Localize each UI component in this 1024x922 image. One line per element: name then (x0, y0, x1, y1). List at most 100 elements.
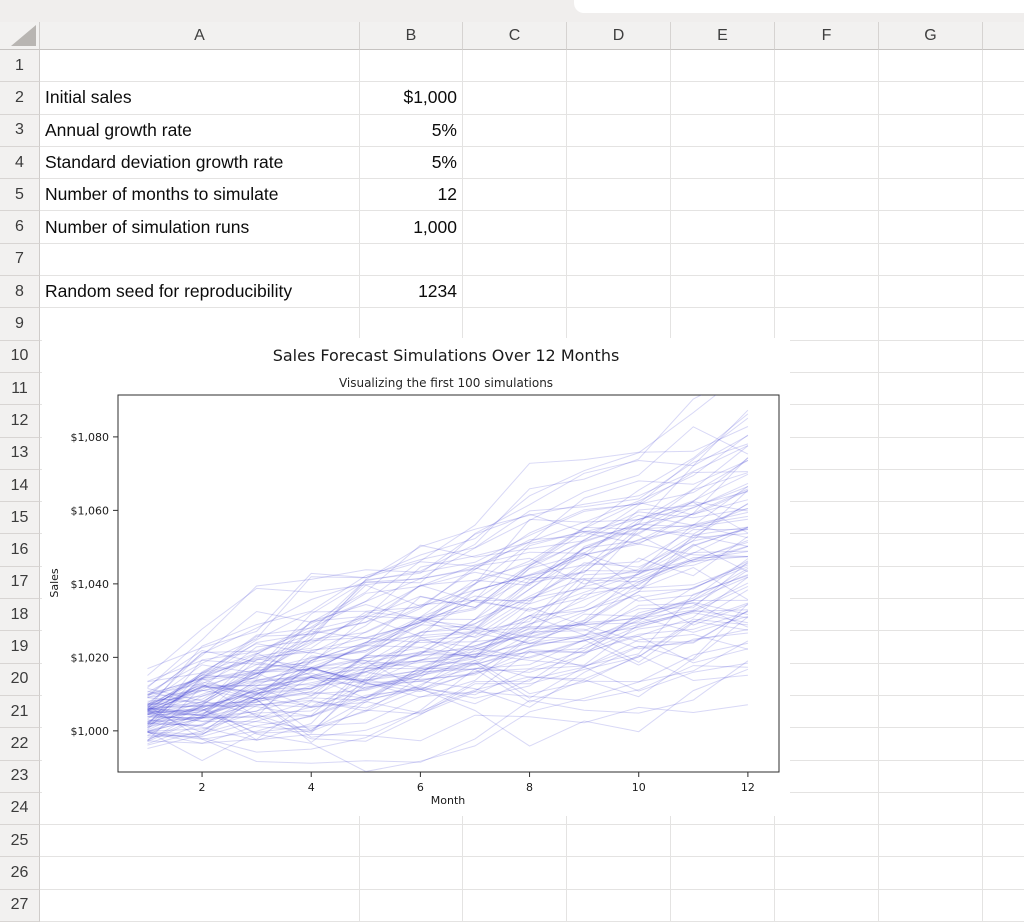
cell-H4[interactable] (983, 147, 1024, 179)
cell-G9[interactable] (879, 308, 983, 340)
cell-E5[interactable] (671, 179, 775, 211)
row-header-1[interactable]: 1 (0, 50, 40, 82)
cell-H17[interactable] (983, 567, 1024, 599)
cell-H22[interactable] (983, 728, 1024, 760)
cell-F3[interactable] (775, 115, 879, 147)
row-header-6[interactable]: 6 (0, 211, 40, 243)
cell-A3[interactable]: Annual growth rate (40, 115, 360, 147)
cell-F12[interactable] (775, 405, 879, 437)
cell-F8[interactable] (775, 276, 879, 308)
cell-H12[interactable] (983, 405, 1024, 437)
row-header-17[interactable]: 17 (0, 567, 40, 599)
row-header-14[interactable]: 14 (0, 470, 40, 502)
cell-H10[interactable] (983, 341, 1024, 373)
cell-B27[interactable] (360, 890, 463, 922)
row-header-19[interactable]: 19 (0, 631, 40, 663)
cell-B5[interactable]: 12 (360, 179, 463, 211)
column-header-partial[interactable] (983, 22, 1024, 50)
column-header-C[interactable]: C (463, 22, 567, 50)
cell-C7[interactable] (463, 244, 567, 276)
cell-C25[interactable] (463, 825, 567, 857)
cell-D6[interactable] (567, 211, 671, 243)
cell-F1[interactable] (775, 50, 879, 82)
cell-H21[interactable] (983, 696, 1024, 728)
cell-E1[interactable] (671, 50, 775, 82)
select-all-corner[interactable] (0, 22, 40, 50)
row-header-2[interactable]: 2 (0, 82, 40, 114)
cell-B26[interactable] (360, 857, 463, 889)
cell-A8[interactable]: Random seed for reproducibility (40, 276, 360, 308)
cell-B1[interactable] (360, 50, 463, 82)
cell-A26[interactable] (40, 857, 360, 889)
cell-H20[interactable] (983, 664, 1024, 696)
cell-H2[interactable] (983, 82, 1024, 114)
cell-A9[interactable] (40, 308, 360, 340)
cell-A1[interactable] (40, 50, 360, 82)
cell-H26[interactable] (983, 857, 1024, 889)
cell-G10[interactable] (879, 341, 983, 373)
cell-H9[interactable] (983, 308, 1024, 340)
row-header-11[interactable]: 11 (0, 373, 40, 405)
cell-A5[interactable]: Number of months to simulate (40, 179, 360, 211)
cell-B8[interactable]: 1234 (360, 276, 463, 308)
cell-F23[interactable] (775, 761, 879, 793)
cell-D1[interactable] (567, 50, 671, 82)
cell-F5[interactable] (775, 179, 879, 211)
cell-G25[interactable] (879, 825, 983, 857)
row-header-27[interactable]: 27 (0, 890, 40, 922)
cell-D27[interactable] (567, 890, 671, 922)
cell-C2[interactable] (463, 82, 567, 114)
cell-B6[interactable]: 1,000 (360, 211, 463, 243)
row-header-7[interactable]: 7 (0, 244, 40, 276)
row-header-15[interactable]: 15 (0, 502, 40, 534)
cell-H15[interactable] (983, 502, 1024, 534)
cell-G17[interactable] (879, 567, 983, 599)
cell-E25[interactable] (671, 825, 775, 857)
cell-H7[interactable] (983, 244, 1024, 276)
cell-F10[interactable] (775, 341, 879, 373)
cell-C6[interactable] (463, 211, 567, 243)
cell-A25[interactable] (40, 825, 360, 857)
cell-D2[interactable] (567, 82, 671, 114)
cell-G2[interactable] (879, 82, 983, 114)
cell-H27[interactable] (983, 890, 1024, 922)
cell-H19[interactable] (983, 631, 1024, 663)
cell-H3[interactable] (983, 115, 1024, 147)
cell-G3[interactable] (879, 115, 983, 147)
cell-D4[interactable] (567, 147, 671, 179)
cell-A27[interactable] (40, 890, 360, 922)
row-header-25[interactable]: 25 (0, 825, 40, 857)
cell-F14[interactable] (775, 470, 879, 502)
cell-D25[interactable] (567, 825, 671, 857)
cell-H1[interactable] (983, 50, 1024, 82)
cell-E6[interactable] (671, 211, 775, 243)
cell-F9[interactable] (775, 308, 879, 340)
column-header-E[interactable]: E (671, 22, 775, 50)
cell-E26[interactable] (671, 857, 775, 889)
cell-H6[interactable] (983, 211, 1024, 243)
cell-F13[interactable] (775, 438, 879, 470)
cell-G5[interactable] (879, 179, 983, 211)
cell-H14[interactable] (983, 470, 1024, 502)
cell-F11[interactable] (775, 373, 879, 405)
cell-F24[interactable] (775, 793, 879, 825)
cell-E3[interactable] (671, 115, 775, 147)
cell-F25[interactable] (775, 825, 879, 857)
cell-G14[interactable] (879, 470, 983, 502)
cell-F15[interactable] (775, 502, 879, 534)
cell-H24[interactable] (983, 793, 1024, 825)
cell-C27[interactable] (463, 890, 567, 922)
cell-B7[interactable] (360, 244, 463, 276)
cell-F20[interactable] (775, 664, 879, 696)
cell-H5[interactable] (983, 179, 1024, 211)
cell-C9[interactable] (463, 308, 567, 340)
row-header-8[interactable]: 8 (0, 276, 40, 308)
cell-E4[interactable] (671, 147, 775, 179)
cell-G22[interactable] (879, 728, 983, 760)
cell-F22[interactable] (775, 728, 879, 760)
cell-F26[interactable] (775, 857, 879, 889)
cell-C5[interactable] (463, 179, 567, 211)
row-header-18[interactable]: 18 (0, 599, 40, 631)
cell-D7[interactable] (567, 244, 671, 276)
cell-D9[interactable] (567, 308, 671, 340)
